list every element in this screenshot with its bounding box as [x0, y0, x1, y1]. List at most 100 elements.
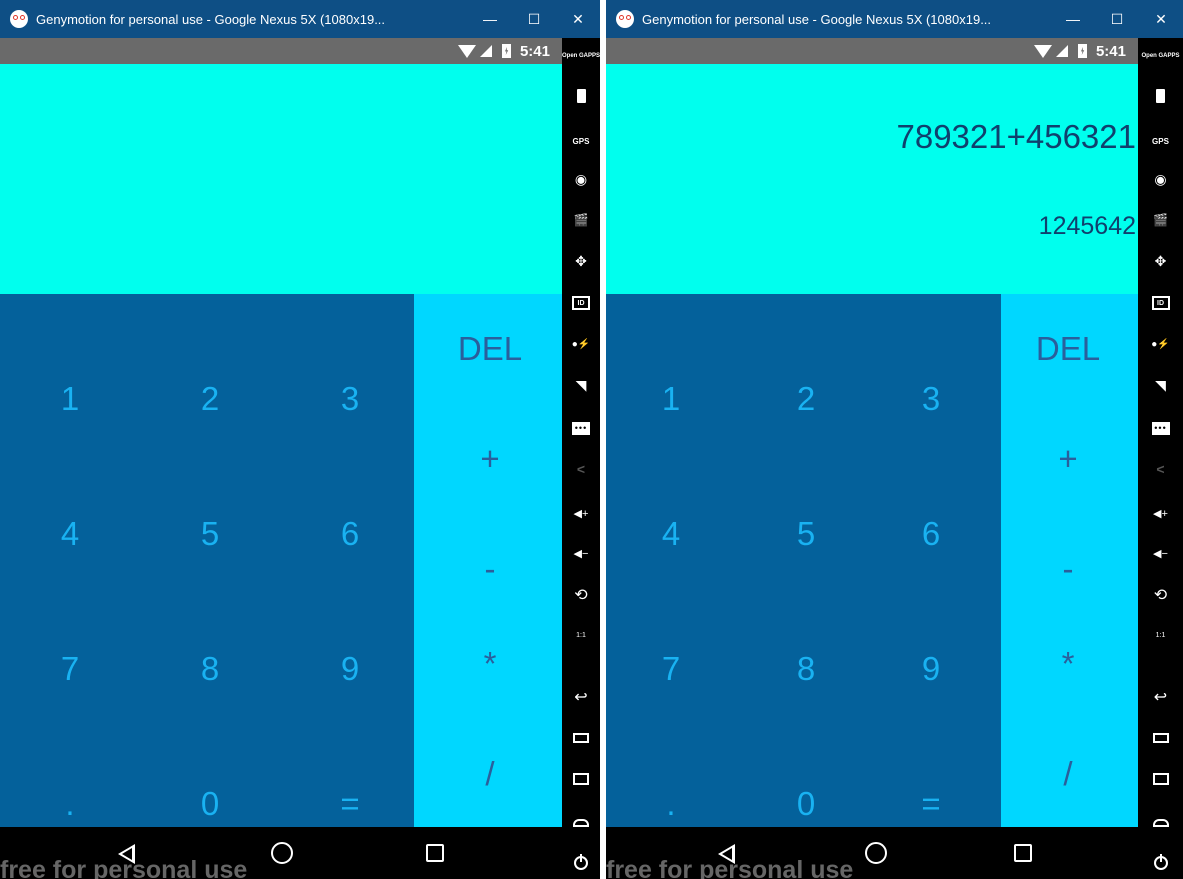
- key-1[interactable]: 1: [10, 359, 130, 439]
- volume-up-icon[interactable]: ◀+: [562, 501, 600, 525]
- key-5[interactable]: 5: [751, 494, 861, 574]
- key-plus[interactable]: +: [430, 419, 550, 499]
- battery-icon[interactable]: [1138, 84, 1183, 108]
- nav-recent-apps-icon[interactable]: [1014, 844, 1032, 862]
- nav-recent-apps-icon[interactable]: [426, 844, 444, 862]
- share-icon[interactable]: <: [562, 457, 600, 481]
- key-multiply[interactable]: *: [430, 624, 550, 704]
- genymotion-logo-icon: [10, 10, 28, 28]
- key-4[interactable]: 4: [616, 494, 726, 574]
- key-1[interactable]: 1: [616, 359, 726, 439]
- device-id-icon[interactable]: ID: [562, 291, 600, 315]
- webcam-icon[interactable]: ◉: [1138, 167, 1183, 191]
- recent-apps-icon[interactable]: [1138, 726, 1183, 750]
- wifi-icon: [1033, 44, 1052, 58]
- key-minus[interactable]: -: [1013, 529, 1123, 609]
- volume-down-icon[interactable]: ◀−: [562, 541, 600, 565]
- pixel-perfect-icon[interactable]: 1:1: [1138, 623, 1183, 647]
- nav-home-icon[interactable]: [865, 842, 887, 864]
- window-title: Genymotion for personal use - Google Nex…: [36, 11, 386, 27]
- battery-charging-icon: [1077, 44, 1087, 58]
- title-bar[interactable]: Genymotion for personal use - Google Nex…: [0, 0, 600, 38]
- back-icon[interactable]: ↩: [562, 685, 600, 709]
- rotate-icon[interactable]: ⟲: [562, 583, 600, 607]
- device-screen: 5:41 789321+456321 1245642 1 2 3 4 5 6 7 8 9. 0 = …: [606, 38, 1138, 879]
- share-icon[interactable]: <: [1138, 457, 1183, 481]
- disk-io-icon[interactable]: ●⚡: [1138, 332, 1183, 356]
- device-screen: 5:41 1 2 3 4 5 6 7 8 9. 0 = DEL + - * / free for perso…: [0, 38, 562, 879]
- android-status-bar: 5:41: [0, 38, 562, 64]
- key-4[interactable]: 4: [10, 494, 130, 574]
- status-time: 5:41: [519, 42, 550, 60]
- key-7[interactable]: 7: [10, 629, 130, 709]
- sms-icon[interactable]: •••: [562, 416, 600, 440]
- key-2[interactable]: 2: [751, 359, 861, 439]
- device-id-icon[interactable]: ID: [1138, 291, 1183, 315]
- menu-icon[interactable]: [562, 767, 600, 791]
- android-nav-bar: free for personal use: [0, 827, 562, 879]
- screencast-icon[interactable]: 🎬: [1138, 208, 1183, 232]
- close-button[interactable]: ✕: [556, 0, 600, 38]
- key-6[interactable]: 6: [290, 494, 410, 574]
- close-button[interactable]: ✕: [1139, 0, 1183, 38]
- screencast-icon[interactable]: 🎬: [562, 208, 600, 232]
- key-2[interactable]: 2: [150, 359, 270, 439]
- open-gapps-icon[interactable]: Open GAPPS: [562, 44, 600, 68]
- power-icon[interactable]: [562, 851, 600, 875]
- key-multiply[interactable]: *: [1013, 624, 1123, 704]
- battery-icon[interactable]: [562, 84, 600, 108]
- volume-down-icon[interactable]: ◀−: [1138, 541, 1183, 565]
- minimize-button[interactable]: —: [1051, 0, 1095, 38]
- remote-control-icon[interactable]: ✥: [562, 249, 600, 273]
- nav-back-icon[interactable]: [118, 844, 135, 864]
- key-3[interactable]: 3: [290, 359, 410, 439]
- key-delete[interactable]: DEL: [430, 309, 550, 389]
- webcam-icon[interactable]: ◉: [562, 167, 600, 191]
- key-6[interactable]: 6: [876, 494, 986, 574]
- home-icon[interactable]: [1138, 811, 1183, 835]
- title-bar[interactable]: Genymotion for personal use - Google Nex…: [606, 0, 1183, 38]
- key-minus[interactable]: -: [430, 529, 550, 609]
- gps-icon[interactable]: GPS: [1138, 129, 1183, 153]
- back-icon[interactable]: ↩: [1138, 685, 1183, 709]
- recent-apps-icon[interactable]: [562, 726, 600, 750]
- key-plus[interactable]: +: [1013, 419, 1123, 499]
- key-3[interactable]: 3: [876, 359, 986, 439]
- maximize-button[interactable]: ☐: [512, 0, 556, 38]
- key-divide[interactable]: /: [1013, 734, 1123, 814]
- genymotion-window-left: Genymotion for personal use - Google Nex…: [0, 0, 600, 879]
- key-divide[interactable]: /: [430, 734, 550, 814]
- expression-text: 789321+456321: [896, 118, 1136, 155]
- rotate-icon[interactable]: ⟲: [1138, 583, 1183, 607]
- pixel-perfect-icon[interactable]: 1:1: [562, 623, 600, 647]
- nav-back-icon[interactable]: [718, 844, 735, 864]
- minimize-button[interactable]: —: [468, 0, 512, 38]
- gps-icon[interactable]: GPS: [562, 129, 600, 153]
- network-icon[interactable]: ◥: [1138, 373, 1183, 397]
- sms-icon[interactable]: •••: [1138, 416, 1183, 440]
- maximize-button[interactable]: ☐: [1095, 0, 1139, 38]
- nav-home-icon[interactable]: [271, 842, 293, 864]
- key-5[interactable]: 5: [150, 494, 270, 574]
- calculator-display: 789321+456321 1245642: [606, 64, 1138, 294]
- status-time: 5:41: [1095, 42, 1126, 60]
- genymotion-toolbar: Open GAPPS GPS ◉ 🎬 ✥ ID ●⚡ ◥ ••• < ◀+ ◀− ⟲ 1:1 ↩: [562, 38, 600, 879]
- disk-io-icon[interactable]: ●⚡: [562, 332, 600, 356]
- network-icon[interactable]: ◥: [562, 373, 600, 397]
- volume-up-icon[interactable]: ◀+: [1138, 501, 1183, 525]
- genymotion-toolbar: Open GAPPS GPS ◉ 🎬 ✥ ID ●⚡ ◥ ••• < ◀+ ◀− ⟲ 1:1 ↩: [1138, 38, 1183, 879]
- remote-control-icon[interactable]: ✥: [1138, 249, 1183, 273]
- open-gapps-icon[interactable]: Open GAPPS: [1138, 44, 1183, 68]
- key-8[interactable]: 8: [751, 629, 861, 709]
- menu-icon[interactable]: [1138, 767, 1183, 791]
- number-pad: 1 2 3 4 5 6 7 8 9. 0 =: [606, 294, 1001, 827]
- key-9[interactable]: 9: [290, 629, 410, 709]
- key-9[interactable]: 9: [876, 629, 986, 709]
- home-icon[interactable]: [562, 811, 600, 835]
- genymotion-logo-icon: [616, 10, 634, 28]
- operator-pad: DEL + - * /: [414, 294, 562, 827]
- key-8[interactable]: 8: [150, 629, 270, 709]
- key-delete[interactable]: DEL: [1013, 309, 1123, 389]
- power-icon[interactable]: [1138, 851, 1183, 875]
- key-7[interactable]: 7: [616, 629, 726, 709]
